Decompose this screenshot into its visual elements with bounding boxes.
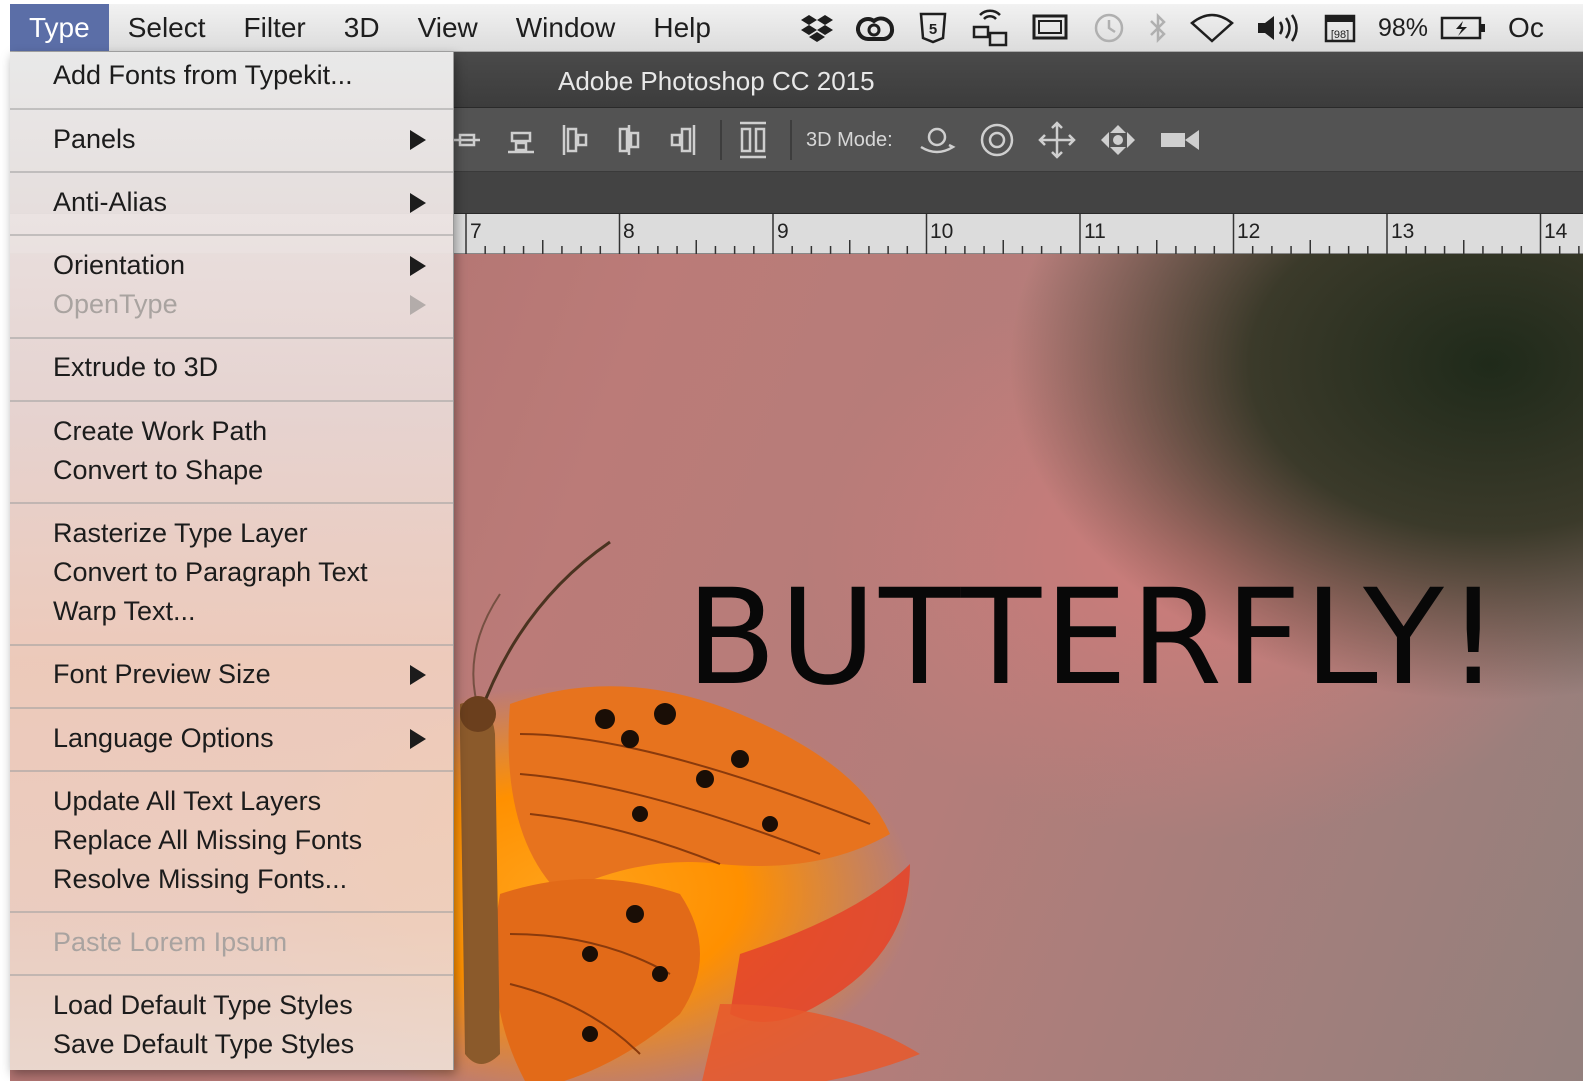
- submenu-arrow-icon: [410, 729, 426, 749]
- menu-bar: Type Select Filter 3D View Window Help 5: [10, 4, 1583, 52]
- svg-text:[98]: [98]: [1331, 29, 1349, 41]
- 3d-rotate-icon[interactable]: [917, 123, 957, 157]
- menu-separator: [10, 770, 453, 772]
- menu-window[interactable]: Window: [497, 4, 635, 51]
- menu-item-save-default-type-styles[interactable]: Save Default Type Styles: [53, 1029, 354, 1060]
- canvas-type-layer[interactable]: BUTTERFLY!: [686, 572, 1503, 704]
- ruler-label: 12: [1237, 220, 1261, 243]
- menu-item-orientation[interactable]: Orientation: [53, 250, 185, 281]
- type-menu-dropdown: Add Fonts from Typekit... Panels Anti-Al…: [10, 52, 454, 1070]
- menu-item-rasterize-type-layer[interactable]: Rasterize Type Layer: [53, 518, 308, 549]
- ruler-label: 9: [777, 220, 789, 243]
- menu-item-update-text-layers[interactable]: Update All Text Layers: [53, 786, 321, 817]
- wifi-icon[interactable]: [1190, 4, 1234, 51]
- align-bottom-icon[interactable]: [504, 123, 538, 157]
- menu-item-replace-missing-fonts[interactable]: Replace All Missing Fonts: [53, 825, 362, 856]
- submenu-arrow-icon: [410, 130, 426, 150]
- align-vcenter-icon[interactable]: [450, 123, 484, 157]
- battery-percent: 98%: [1378, 13, 1429, 42]
- menu-separator: [10, 502, 453, 504]
- menu-item-convert-paragraph-text[interactable]: Convert to Paragraph Text: [53, 557, 368, 588]
- menu-item-opentype: OpenType: [53, 289, 178, 319]
- menu-separator: [10, 171, 453, 173]
- menu-item-convert-to-shape[interactable]: Convert to Shape: [53, 455, 263, 486]
- network-icon[interactable]: [970, 4, 1010, 51]
- menu-item-create-work-path[interactable]: Create Work Path: [53, 416, 267, 447]
- ruler-label: 11: [1084, 220, 1106, 243]
- auto-align-icon[interactable]: [736, 121, 770, 159]
- ruler-label: 8: [623, 220, 635, 243]
- html5-icon[interactable]: 5: [918, 4, 948, 51]
- menu-item-extrude-3d[interactable]: Extrude to 3D: [53, 352, 218, 383]
- menu-item-panels[interactable]: Panels: [53, 124, 136, 155]
- menu-item-warp-text[interactable]: Warp Text...: [53, 596, 196, 627]
- distribute-left-icon[interactable]: [558, 123, 592, 157]
- 3d-slide-icon[interactable]: [1097, 123, 1139, 157]
- ruler-label: 13: [1391, 220, 1415, 243]
- submenu-arrow-icon: [410, 193, 426, 213]
- 3d-scale-icon[interactable]: [1159, 123, 1203, 157]
- menu-item-add-fonts-typekit[interactable]: Add Fonts from Typekit...: [53, 60, 353, 91]
- menu-separator: [10, 337, 453, 339]
- menu-item-anti-alias[interactable]: Anti-Alias: [53, 187, 167, 218]
- menu-separator: [10, 400, 453, 402]
- display-icon[interactable]: [1032, 4, 1068, 51]
- battery-icon[interactable]: [1440, 4, 1486, 51]
- menu-item-resolve-missing-fonts[interactable]: Resolve Missing Fonts...: [53, 864, 347, 895]
- menu-separator: [10, 234, 453, 236]
- menu-view[interactable]: View: [399, 4, 497, 51]
- menu-separator: [10, 911, 453, 913]
- ruler-label: 7: [470, 220, 482, 243]
- svg-text:5: 5: [929, 21, 937, 38]
- menu-item-language-options[interactable]: Language Options: [53, 723, 274, 754]
- options-separator: [790, 120, 792, 160]
- menu-separator: [10, 108, 453, 110]
- status-icons: 5 [98] 98% Oc: [800, 4, 1566, 51]
- distribute-hcenter-icon[interactable]: [612, 123, 646, 157]
- submenu-arrow-icon: [410, 665, 426, 685]
- menu-separator: [10, 644, 453, 646]
- time-machine-icon[interactable]: [1090, 4, 1126, 51]
- menu-item-paste-lorem-ipsum: Paste Lorem Ipsum: [53, 927, 288, 957]
- menu-filter[interactable]: Filter: [225, 4, 325, 51]
- submenu-arrow-icon: [410, 256, 426, 276]
- options-separator: [720, 120, 722, 160]
- menu-item-load-default-type-styles[interactable]: Load Default Type Styles: [53, 990, 353, 1021]
- menu-help[interactable]: Help: [634, 4, 730, 51]
- 3d-mode-label: 3D Mode:: [806, 128, 893, 151]
- menu-separator: [10, 707, 453, 709]
- ruler-label: 14: [1544, 220, 1568, 243]
- dropbox-icon[interactable]: [800, 4, 834, 51]
- menubar-trailing-text[interactable]: Oc: [1508, 4, 1544, 51]
- ruler-label: 10: [930, 220, 954, 243]
- window-title: Adobe Photoshop CC 2015: [558, 66, 875, 96]
- menu-item-font-preview-size[interactable]: Font Preview Size: [53, 659, 271, 690]
- creative-cloud-icon[interactable]: [856, 4, 896, 51]
- bluetooth-icon[interactable]: [1148, 4, 1168, 51]
- 3d-pan-icon[interactable]: [1037, 121, 1077, 159]
- menu-separator: [10, 974, 453, 976]
- options-icons: 3D Mode:: [450, 108, 1223, 172]
- menu-type[interactable]: Type: [10, 4, 109, 51]
- menu-3d[interactable]: 3D: [325, 4, 399, 51]
- 3d-roll-icon[interactable]: [977, 123, 1017, 157]
- distribute-right-icon[interactable]: [666, 123, 700, 157]
- submenu-arrow-icon: [410, 295, 426, 315]
- menu-select[interactable]: Select: [109, 4, 225, 51]
- calendar-icon[interactable]: [98]: [1324, 4, 1356, 51]
- volume-icon[interactable]: [1256, 4, 1302, 51]
